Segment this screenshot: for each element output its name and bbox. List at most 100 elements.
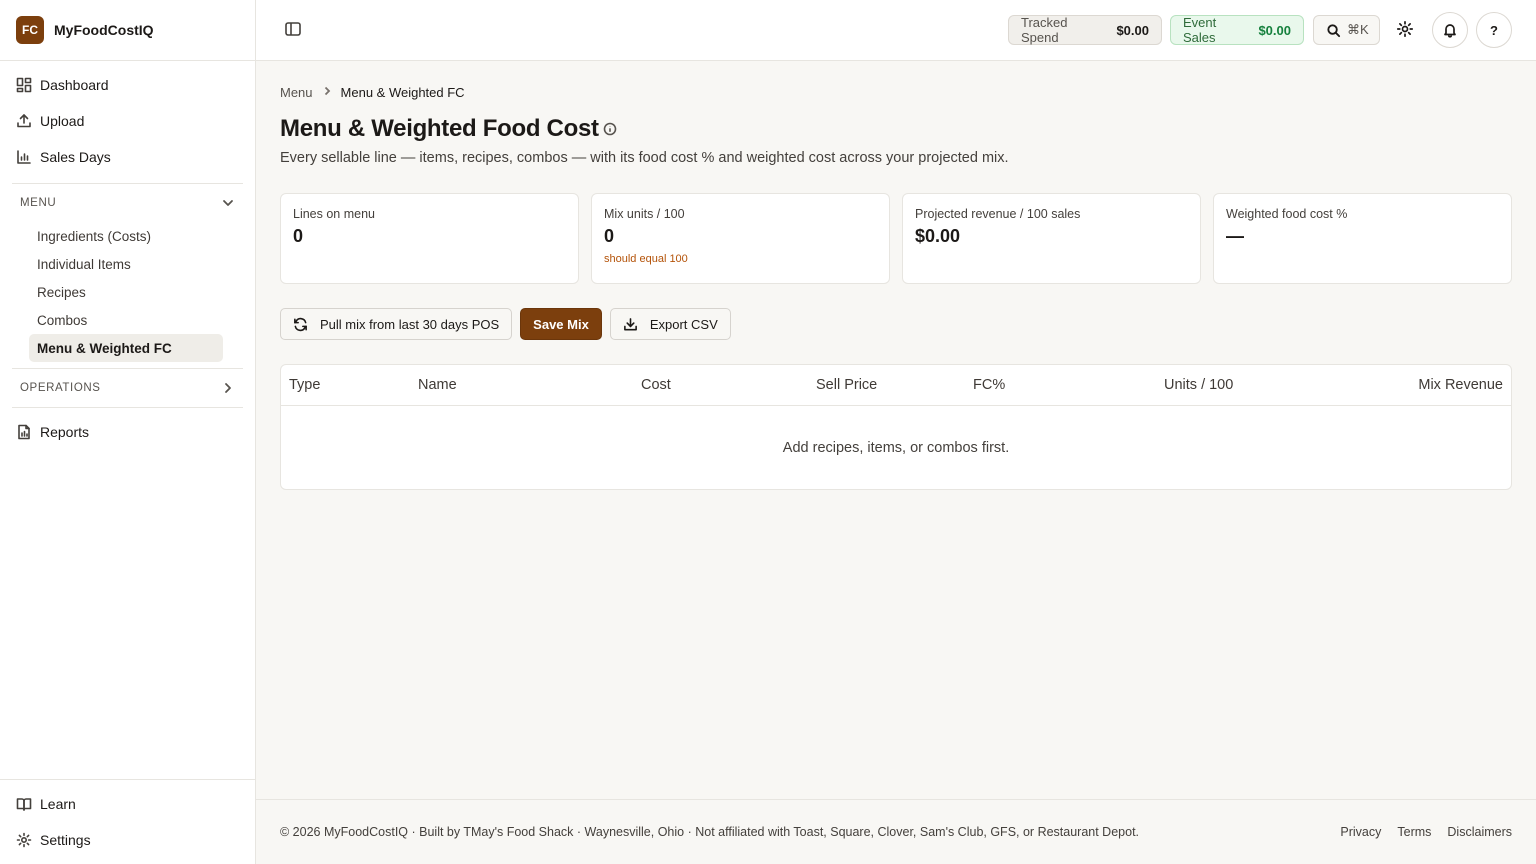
- brand-name: MyFoodCostIQ: [54, 22, 154, 38]
- page-footer: © 2026 MyFoodCostIQ · Built by TMay's Fo…: [256, 799, 1536, 864]
- brand[interactable]: FC MyFoodCostIQ: [0, 0, 255, 61]
- report-icon: [18, 424, 30, 440]
- sidebar-item-label: Learn: [40, 796, 76, 812]
- panel-left-icon: [285, 22, 301, 36]
- sidebar-item-label: Sales Days: [40, 149, 111, 165]
- refresh-icon: [294, 317, 307, 331]
- search-button[interactable]: ⌘K: [1313, 15, 1380, 45]
- sidebar-item-label: Settings: [40, 832, 91, 848]
- upload-icon: [17, 114, 31, 128]
- main-content: Menu Menu & Weighted FC Menu & Weighted …: [256, 61, 1536, 799]
- stat-value: 0: [293, 226, 304, 246]
- menu-sub-list: Ingredients (Costs) Individual Items Rec…: [12, 222, 243, 362]
- sidebar-item-label: Reports: [40, 424, 90, 440]
- save-mix-button[interactable]: Save Mix: [520, 308, 602, 340]
- gear-icon: [16, 832, 32, 848]
- pull-mix-label: Pull mix from last 30 days POS: [320, 316, 500, 332]
- stat-label: Mix units / 100: [604, 207, 685, 221]
- stat-card-projected-revenue: Projected revenue / 100 sales $0.00: [902, 193, 1201, 284]
- book-icon: [16, 798, 32, 811]
- page-title-text: Menu & Weighted Food Cost: [280, 115, 599, 142]
- column-header-cost[interactable]: Cost: [641, 377, 671, 393]
- help-button[interactable]: ?: [1476, 12, 1512, 48]
- action-bar: Pull mix from last 30 days POS Save Mix …: [280, 308, 731, 340]
- search-shortcut: ⌘K: [1347, 22, 1369, 37]
- sidebar-nav: Dashboard Upload Sales Days MENU Ingredi…: [0, 61, 255, 450]
- section-operations-toggle[interactable]: OPERATIONS: [12, 369, 243, 407]
- stat-card-mix-units: Mix units / 100 0 should equal 100: [591, 193, 890, 284]
- download-icon: [623, 317, 637, 330]
- notifications-button[interactable]: [1432, 12, 1468, 48]
- stat-warning: should equal 100: [604, 253, 688, 265]
- stat-value: 0: [604, 226, 615, 246]
- bell-icon: [1444, 24, 1456, 38]
- section-title: OPERATIONS: [20, 382, 101, 394]
- column-header-type[interactable]: Type: [289, 377, 320, 393]
- menu-table: Type Name Cost Sell Price FC% Units / 10…: [280, 364, 1512, 490]
- stat-label: Weighted food cost %: [1226, 207, 1348, 221]
- export-csv-button[interactable]: Export CSV: [609, 308, 731, 340]
- tracked-spend-badge[interactable]: Tracked Spend $0.00: [1008, 15, 1162, 45]
- breadcrumb-separator: [321, 85, 333, 100]
- event-sales-badge[interactable]: Event Sales $0.00: [1170, 15, 1304, 45]
- help-icon: ?: [1490, 22, 1498, 38]
- section-title: MENU: [20, 197, 57, 209]
- sidebar-toggle-button[interactable]: [284, 20, 304, 40]
- sidebar-item-upload[interactable]: Upload: [12, 103, 243, 139]
- sidebar-item-combos[interactable]: Combos: [29, 306, 223, 334]
- sidebar-item-reports[interactable]: Reports: [12, 414, 243, 450]
- sidebar-item-ingredients[interactable]: Ingredients (Costs): [29, 222, 223, 250]
- sidebar-item-learn[interactable]: Learn: [12, 786, 243, 822]
- sidebar-footer: Learn Settings: [0, 779, 255, 864]
- footer-copyright: © 2026 MyFoodCostIQ · Built by TMay's Fo…: [280, 825, 1140, 839]
- stats-row: Lines on menu 0 Mix units / 100 0 should…: [280, 193, 1512, 284]
- search-icon: [1327, 23, 1341, 37]
- breadcrumb: Menu Menu & Weighted FC: [280, 85, 465, 100]
- column-header-units[interactable]: Units / 100: [1164, 377, 1233, 393]
- footer-link-disclaimers[interactable]: Disclaimers: [1447, 825, 1512, 839]
- dashboard-icon: [16, 77, 32, 93]
- info-icon[interactable]: [603, 122, 617, 136]
- stat-value: $0.00: [915, 226, 961, 246]
- export-csv-label: Export CSV: [649, 316, 718, 332]
- table-header: Type Name Cost Sell Price FC% Units / 10…: [281, 365, 1511, 406]
- section-menu-toggle[interactable]: MENU: [12, 184, 243, 222]
- chevron-down-icon: [223, 200, 233, 206]
- brand-logo: FC: [16, 16, 44, 44]
- sidebar-item-recipes[interactable]: Recipes: [29, 278, 223, 306]
- column-header-name[interactable]: Name: [418, 377, 457, 393]
- sidebar-item-dashboard[interactable]: Dashboard: [12, 67, 243, 103]
- bar-chart-icon: [17, 150, 31, 164]
- breadcrumb-parent[interactable]: Menu: [280, 85, 313, 100]
- sidebar-item-menu-weighted-fc[interactable]: Menu & Weighted FC: [29, 334, 223, 362]
- stat-label: Projected revenue / 100 sales: [915, 207, 1081, 221]
- column-header-fc-percent[interactable]: FC%: [973, 377, 1005, 393]
- column-header-mix-revenue[interactable]: Mix Revenue: [1418, 377, 1503, 393]
- settings-button[interactable]: [1396, 20, 1416, 40]
- sidebar-item-individual-items[interactable]: Individual Items: [29, 250, 223, 278]
- divider: [12, 407, 243, 408]
- footer-link-privacy[interactable]: Privacy: [1340, 825, 1381, 839]
- footer-links: Privacy Terms Disclaimers: [1340, 825, 1512, 839]
- breadcrumb-current: Menu & Weighted FC: [340, 85, 465, 100]
- stat-card-lines: Lines on menu 0: [280, 193, 579, 284]
- page-title: Menu & Weighted Food Cost: [280, 115, 617, 143]
- sidebar-item-label: Upload: [40, 113, 85, 129]
- sidebar-item-label: Dashboard: [40, 77, 109, 93]
- chevron-right-icon: [225, 383, 231, 393]
- event-sales-label: Event Sales: [1183, 15, 1217, 45]
- footer-link-terms[interactable]: Terms: [1397, 825, 1431, 839]
- gear-icon: [1396, 20, 1414, 38]
- stat-card-weighted-fc: Weighted food cost % —: [1213, 193, 1512, 284]
- stat-value: —: [1226, 226, 1244, 246]
- column-header-sell-price[interactable]: Sell Price: [816, 377, 877, 393]
- tracked-spend-label: Tracked Spend: [1021, 15, 1068, 45]
- sidebar-item-settings[interactable]: Settings: [12, 822, 243, 858]
- tracked-spend-value: $0.00: [1116, 22, 1149, 38]
- sidebar-item-sales-days[interactable]: Sales Days: [12, 139, 243, 175]
- topbar: Tracked Spend $0.00 Event Sales $0.00 ⌘K…: [256, 0, 1536, 61]
- pull-mix-button[interactable]: Pull mix from last 30 days POS: [280, 308, 513, 340]
- table-empty-state: Add recipes, items, or combos first.: [782, 440, 1010, 456]
- page-description: Every sellable line — items, recipes, co…: [280, 150, 1009, 166]
- chevron-right-icon: [324, 86, 330, 96]
